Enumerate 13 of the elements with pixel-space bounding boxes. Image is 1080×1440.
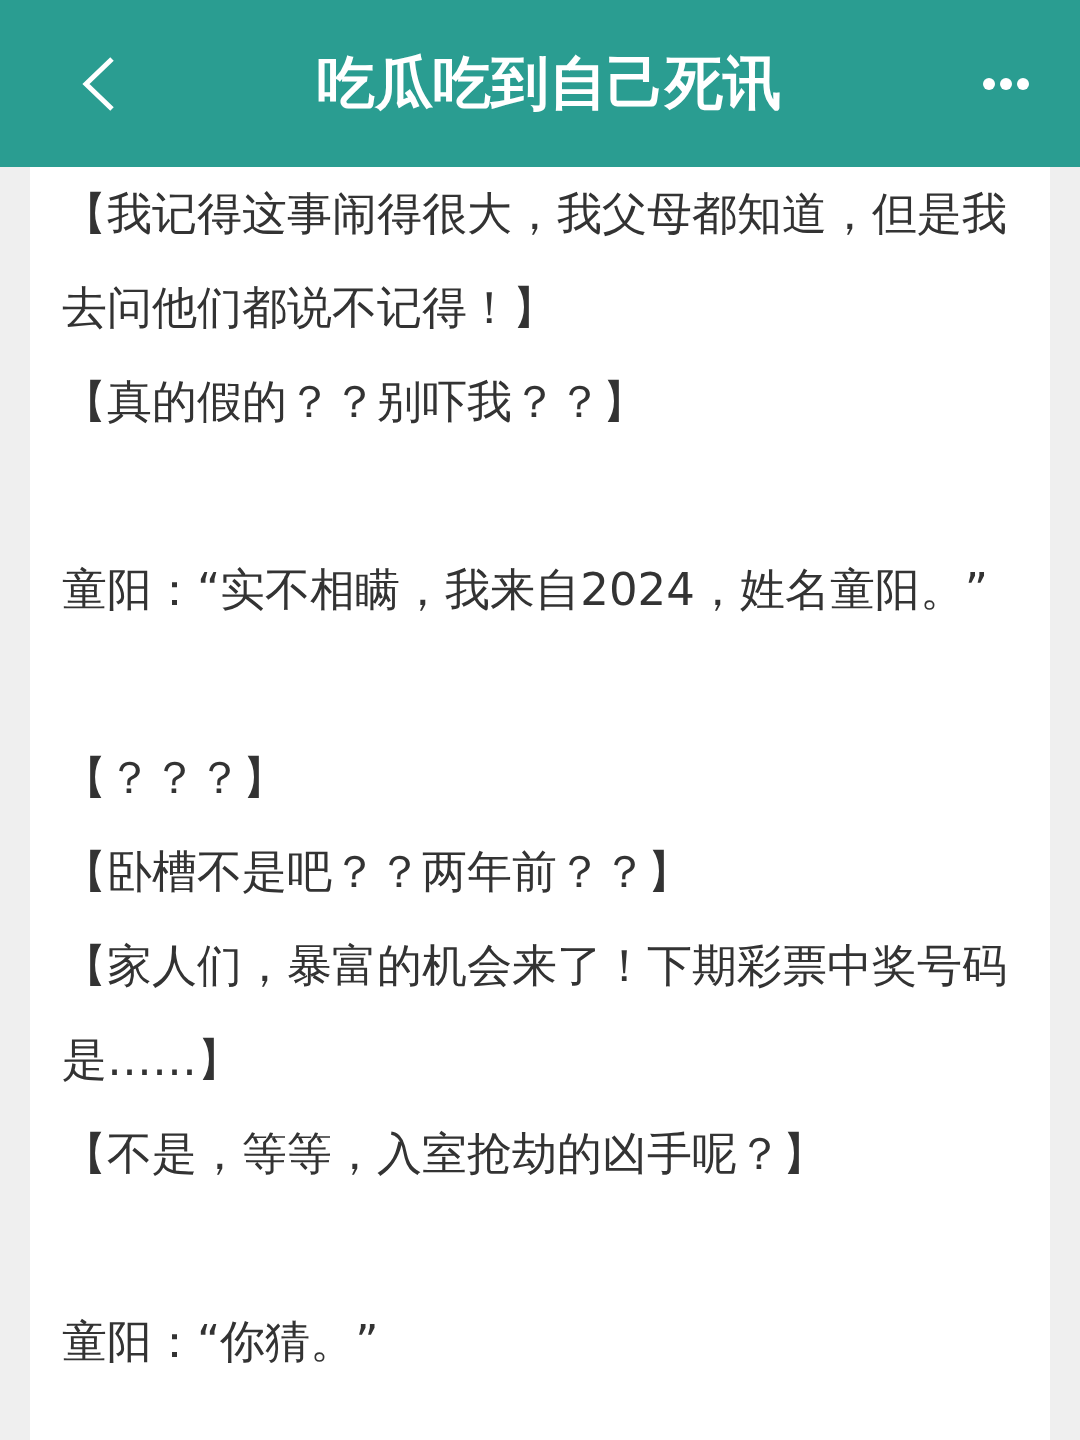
comment-line: 【？？？】	[62, 750, 288, 806]
dialogue-line: 童阳：“你猜。”	[62, 1314, 380, 1370]
more-icon	[982, 76, 1030, 91]
back-icon	[80, 55, 116, 112]
comment-line: 【家人们，暴富的机会来了！下期彩票中奖号码是……】	[62, 938, 1008, 1088]
comment-line: 【真的假的？？别吓我？？】	[62, 374, 648, 430]
page-title: 吃瓜吃到自己死讯	[317, 47, 781, 119]
back-button[interactable]	[80, 55, 116, 112]
comment-line: 【我记得这事闹得很大，我父母都知道，但是我去问他们都说不记得！】	[62, 186, 1008, 336]
dialogue-line: 童阳：“实不相瞒，我来自2024，姓名童阳。”	[62, 562, 990, 618]
more-button[interactable]	[982, 76, 1030, 91]
comment-line: 【卧槽不是吧？？两年前？？】	[62, 844, 693, 900]
comment-line: 【不是，等等，入室抢劫的凶手呢？】	[62, 1126, 828, 1182]
